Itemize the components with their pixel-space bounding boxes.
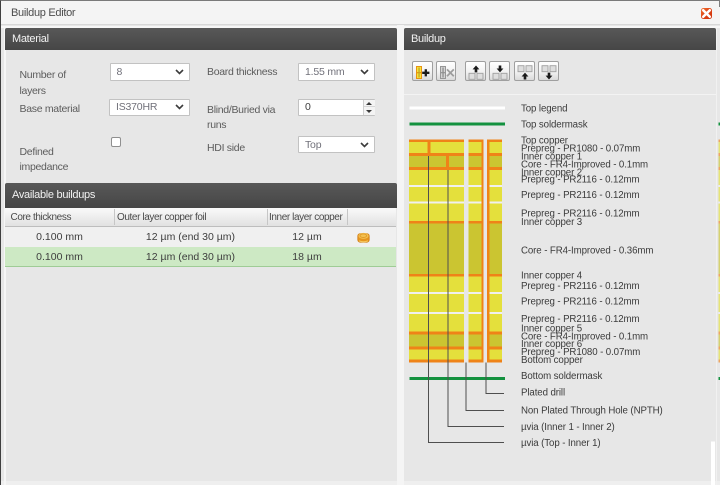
svg-text:Inner copper 4: Inner copper 4: [521, 270, 583, 281]
svg-text:µvia (Top - Inner 1): µvia (Top - Inner 1): [521, 438, 601, 449]
svg-text:Top soldermask: Top soldermask: [521, 120, 588, 131]
svg-text:Top legend: Top legend: [521, 104, 567, 115]
svg-text:Core - FR4-Improved - 0.36mm: Core - FR4-Improved - 0.36mm: [521, 246, 653, 257]
svg-text:Plated drill: Plated drill: [521, 387, 565, 398]
svg-text:µvia (Inner 1 - Inner 2): µvia (Inner 1 - Inner 2): [521, 422, 615, 433]
svg-text:Prepreg - PR2116 - 0.12mm: Prepreg - PR2116 - 0.12mm: [521, 281, 639, 292]
svg-text:Bottom copper: Bottom copper: [521, 355, 584, 366]
svg-text:Non Plated Through Hole (NPTH): Non Plated Through Hole (NPTH): [521, 406, 663, 417]
svg-text:Inner copper 3: Inner copper 3: [521, 217, 582, 228]
svg-text:Bottom soldermask: Bottom soldermask: [521, 371, 602, 382]
svg-text:Prepreg - PR2116 - 0.12mm: Prepreg - PR2116 - 0.12mm: [521, 296, 639, 307]
svg-text:Prepreg - PR2116 - 0.12mm: Prepreg - PR2116 - 0.12mm: [521, 190, 639, 201]
svg-text:Prepreg - PR2116 - 0.12mm: Prepreg - PR2116 - 0.12mm: [521, 174, 639, 185]
